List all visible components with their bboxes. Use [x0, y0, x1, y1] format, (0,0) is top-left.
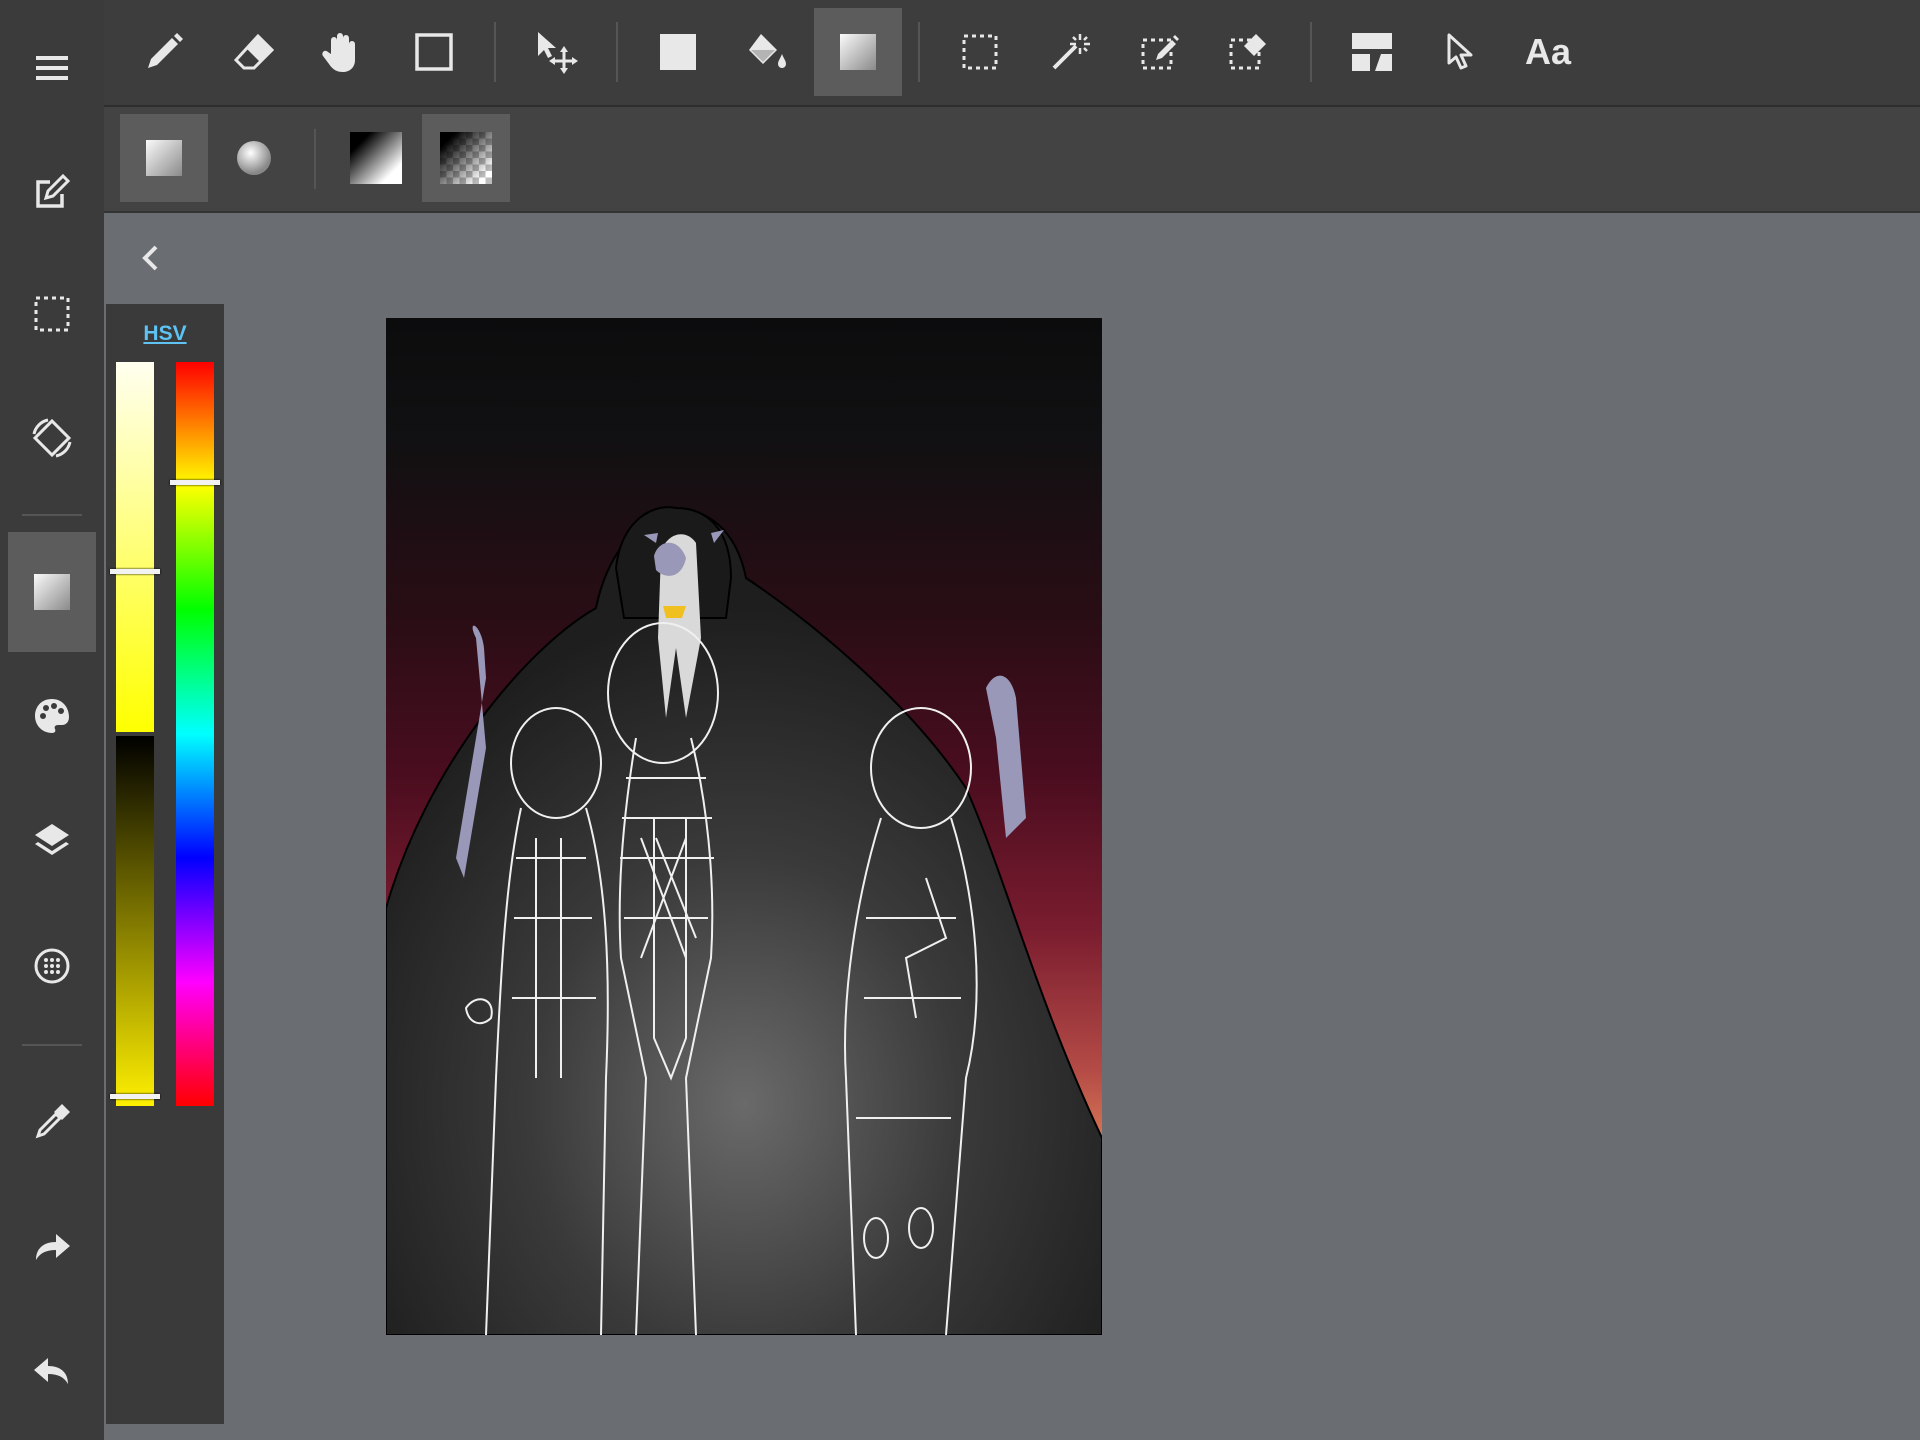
hand-icon — [322, 33, 355, 72]
toolbar-divider — [918, 22, 920, 82]
menu-button[interactable] — [8, 8, 96, 128]
bucket-icon — [749, 34, 786, 68]
operation-icon — [1447, 33, 1473, 70]
eraser-tool-button[interactable] — [210, 8, 298, 96]
select-pen-icon — [1141, 35, 1179, 70]
palette-icon — [35, 699, 69, 733]
gradient-tool-button[interactable] — [8, 532, 96, 652]
radial-gradient-icon — [237, 141, 271, 175]
selection-icon — [34, 296, 70, 332]
eraser-icon — [234, 33, 274, 70]
hand-tool-button[interactable] — [298, 8, 386, 96]
linear-gradient-icon — [146, 140, 182, 176]
shape-tool-button[interactable] — [390, 8, 478, 96]
hsv-mode-link[interactable]: HSV — [106, 322, 224, 346]
chevron-left-icon — [142, 245, 158, 271]
material-button[interactable] — [8, 906, 96, 1026]
fg-to-bg-gradient-button[interactable] — [332, 114, 420, 202]
magic-wand-tool-button[interactable] — [1026, 8, 1114, 96]
palette-button[interactable] — [8, 656, 96, 776]
menu-icon — [36, 56, 68, 80]
toolbar-divider — [616, 22, 618, 82]
gradient-options-bar — [104, 107, 1920, 213]
redo-button[interactable] — [8, 1186, 96, 1306]
saturation-handle[interactable] — [110, 569, 160, 574]
layers-icon — [35, 824, 69, 855]
operation-tool-button[interactable] — [1416, 8, 1504, 96]
pen-tool-button[interactable] — [120, 8, 208, 96]
hue-handle[interactable] — [170, 480, 220, 485]
select-icon — [962, 34, 998, 70]
text-tool-label: Aa — [1524, 31, 1572, 72]
select-tool-button[interactable] — [936, 8, 1024, 96]
linear-gradient-button[interactable] — [120, 114, 208, 202]
rotate-screen-icon — [32, 418, 72, 458]
select-pen-tool-button[interactable] — [1116, 8, 1204, 96]
sidebar-divider — [22, 1044, 82, 1046]
select-eraser-icon — [1229, 34, 1266, 70]
gradient-icon — [840, 34, 876, 70]
edit-canvas-icon — [36, 173, 71, 208]
divide-frame-tool-button[interactable] — [1328, 8, 1416, 96]
select-eraser-tool-button[interactable] — [1204, 8, 1292, 96]
text-tool-button[interactable]: Aa — [1504, 8, 1592, 96]
hue-slider[interactable] — [176, 362, 214, 1106]
canvas-edit-button[interactable] — [8, 132, 96, 252]
selection-button[interactable] — [8, 254, 96, 374]
material-icon — [34, 948, 70, 984]
radial-gradient-button[interactable] — [210, 114, 298, 202]
value-handle[interactable] — [110, 1094, 160, 1099]
sidebar-divider — [22, 514, 82, 516]
drawing-canvas[interactable] — [386, 318, 1102, 1335]
gradient-tool-icon — [34, 574, 70, 610]
rotate-screen-button[interactable] — [8, 378, 96, 498]
redo-icon — [36, 1234, 70, 1260]
fg-to-transparent-gradient-icon — [440, 132, 492, 184]
eyedropper-button[interactable] — [8, 1062, 96, 1182]
undo-icon — [34, 1358, 68, 1384]
fill-icon — [660, 34, 696, 70]
toolbar-divider — [494, 22, 496, 82]
value-slider[interactable] — [116, 736, 154, 1106]
gradient-tool-button[interactable] — [814, 8, 902, 96]
shape-icon — [415, 33, 453, 71]
saturation-slider[interactable] — [116, 362, 154, 732]
left-sidebar — [0, 0, 104, 1440]
undo-button[interactable] — [8, 1310, 96, 1430]
move-tool-button[interactable] — [512, 8, 600, 96]
fill-tool-button[interactable] — [634, 8, 722, 96]
fg-to-bg-gradient-icon — [350, 132, 402, 184]
artwork-image — [386, 506, 1102, 1335]
divide-frame-icon — [1352, 33, 1392, 71]
collapse-panel-button[interactable] — [134, 238, 166, 278]
eyedropper-icon — [35, 1104, 70, 1139]
magic-wand-icon — [1052, 34, 1090, 70]
top-toolbar: Aa — [104, 0, 1920, 107]
move-icon — [538, 32, 578, 74]
toolbar-divider — [1310, 22, 1312, 82]
layers-button[interactable] — [8, 780, 96, 900]
bucket-tool-button[interactable] — [724, 8, 812, 96]
color-panel: HSV — [106, 304, 224, 1424]
subbar-divider — [314, 129, 316, 189]
pen-icon — [148, 33, 183, 68]
fg-to-transparent-gradient-button[interactable] — [422, 114, 510, 202]
